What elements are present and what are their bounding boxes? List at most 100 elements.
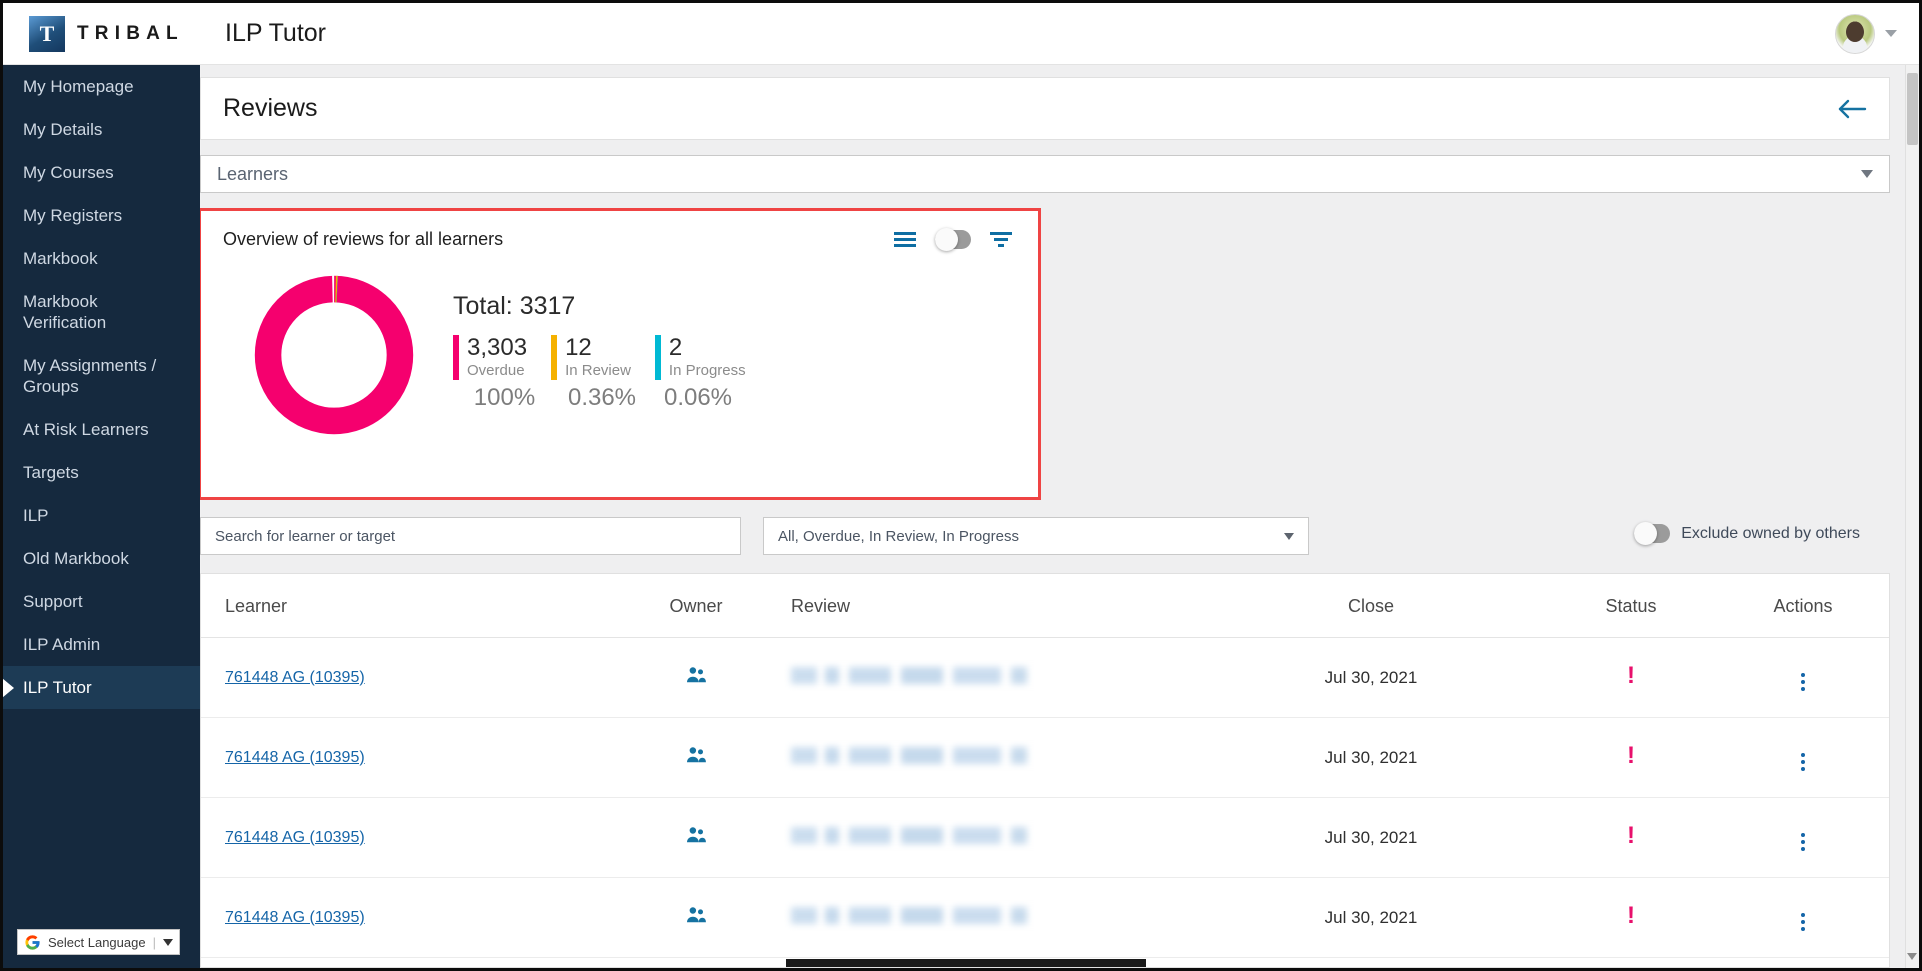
cell-close: Jul 30, 2021	[1221, 718, 1521, 798]
page-title: Reviews	[201, 94, 317, 123]
select-language-widget[interactable]: Select Language |	[17, 929, 180, 955]
chevron-down-icon[interactable]	[163, 939, 173, 946]
legend-values-row: 3,303 Overdue 12 In Review 2 In Progress	[453, 335, 770, 380]
cell-actions	[1741, 798, 1890, 878]
table-row[interactable]: 761448 AG (10395) Jul 30, 2021 !	[201, 718, 1890, 798]
learner-link[interactable]: 761448 AG (10395)	[225, 909, 365, 926]
sidebar-item-label: ILP	[23, 506, 49, 525]
cell-status: !	[1521, 638, 1741, 718]
status-badge: !	[1627, 742, 1635, 769]
column-header-review[interactable]: Review	[791, 574, 1221, 638]
cell-learner: 761448 AG (10395)	[201, 638, 601, 718]
column-header-learner[interactable]: Learner	[201, 574, 601, 638]
sidebar-item-my-details[interactable]: My Details	[3, 108, 200, 151]
learner-link[interactable]: 761448 AG (10395)	[225, 749, 365, 766]
status-filter-select[interactable]: All, Overdue, In Review, In Progress	[763, 517, 1309, 555]
chart-view-toggle[interactable]	[935, 230, 971, 249]
sidebar-item-label: At Risk Learners	[23, 420, 149, 439]
search-input[interactable]	[200, 517, 741, 555]
sidebar-item-my-assignments-groups[interactable]: My Assignments / Groups	[3, 344, 200, 408]
sidebar-item-support[interactable]: Support	[3, 580, 200, 623]
horizontal-scrollbar-thumb[interactable]	[786, 959, 1146, 967]
select-language-label: Select Language	[48, 935, 146, 950]
learner-link[interactable]: 761448 AG (10395)	[225, 829, 365, 846]
language-separator: |	[153, 935, 156, 950]
toggle-knob	[1634, 522, 1657, 545]
column-header-close[interactable]: Close	[1221, 574, 1521, 638]
group-icon	[685, 911, 707, 928]
cell-review	[791, 638, 1221, 718]
kebab-menu-icon[interactable]	[1801, 833, 1805, 851]
cell-review	[791, 798, 1221, 878]
sidebar-item-markbook-verification[interactable]: Markbook Verification	[3, 280, 200, 344]
filter-icon[interactable]	[990, 232, 1012, 247]
column-header-owner[interactable]: Owner	[601, 574, 791, 638]
horizontal-scrollbar-track[interactable]	[201, 959, 1890, 967]
reviews-donut-chart	[247, 268, 421, 442]
kebab-menu-icon[interactable]	[1801, 913, 1805, 931]
kebab-menu-icon[interactable]	[1801, 673, 1805, 691]
brand-name: TRIBAL	[77, 23, 184, 45]
table-row[interactable]: 761448 AG (10395) Jul 30, 2021 !	[201, 878, 1890, 958]
sidebar-item-label: ILP Admin	[23, 635, 100, 654]
hamburger-icon[interactable]	[894, 232, 916, 247]
group-icon	[685, 751, 707, 768]
sidebar-item-targets[interactable]: Targets	[3, 451, 200, 494]
status-badge: !	[1627, 822, 1635, 849]
legend-percent-in-progress: 0.06%	[648, 384, 748, 412]
sidebar-item-label: ILP Tutor	[23, 678, 92, 697]
sidebar-item-label: My Courses	[23, 163, 114, 182]
learner-link[interactable]: 761448 AG (10395)	[225, 669, 365, 686]
sidebar-item-label: Support	[23, 592, 83, 611]
reviews-overview-card: Overview of reviews for all learners	[200, 208, 1041, 500]
legend-label-in-review: In Review	[565, 361, 631, 380]
legend-percent-in-review: 0.36%	[556, 384, 648, 412]
column-header-status[interactable]: Status	[1521, 574, 1741, 638]
vertical-scrollbar-thumb[interactable]	[1907, 73, 1918, 145]
sidebar-item-my-courses[interactable]: My Courses	[3, 151, 200, 194]
chart-card-header: Overview of reviews for all learners	[201, 211, 1038, 250]
back-arrow-icon[interactable]	[1837, 97, 1867, 121]
legend-label-overdue: Overdue	[467, 361, 527, 380]
sidebar-item-label: Markbook Verification	[23, 292, 106, 332]
exclude-owned-toggle[interactable]	[1634, 524, 1670, 543]
legend-value-in-progress: 2	[669, 335, 746, 361]
sidebar-item-label: My Homepage	[23, 77, 134, 96]
table-row[interactable]: 761448 AG (10395) Jul 30, 2021 !	[201, 798, 1890, 878]
status-filter-value: All, Overdue, In Review, In Progress	[778, 528, 1019, 545]
sidebar-item-ilp-tutor[interactable]: ILP Tutor	[3, 666, 200, 709]
chart-body: Total: 3317 3,303 Overdue 12 In Review 2	[201, 250, 1038, 442]
sidebar-item-ilp[interactable]: ILP	[3, 494, 200, 537]
group-icon	[685, 671, 707, 688]
reviews-table: Learner Owner Review Close Status Action…	[201, 574, 1890, 968]
sidebar-item-ilp-admin[interactable]: ILP Admin	[3, 623, 200, 666]
column-header-actions: Actions	[1741, 574, 1890, 638]
avatar[interactable]	[1835, 14, 1875, 54]
sidebar-item-at-risk-learners[interactable]: At Risk Learners	[3, 408, 200, 451]
kebab-menu-icon[interactable]	[1801, 753, 1805, 771]
page-header-panel: Reviews	[200, 77, 1890, 140]
sidebar-item-label: My Assignments / Groups	[23, 356, 156, 396]
cell-actions	[1741, 718, 1890, 798]
redacted-review-text	[791, 827, 1091, 844]
sidebar-item-my-homepage[interactable]: My Homepage	[3, 65, 200, 108]
cell-close: Jul 30, 2021	[1221, 638, 1521, 718]
legend-item-overdue: 3,303 Overdue	[453, 335, 527, 380]
sidebar-item-old-markbook[interactable]: Old Markbook	[3, 537, 200, 580]
learners-scope-select[interactable]: Learners	[200, 155, 1890, 193]
cell-review	[791, 718, 1221, 798]
table-row[interactable]: 761448 AG (10395) Jul 30, 2021 !	[201, 638, 1890, 718]
scroll-down-arrow-icon[interactable]	[1907, 953, 1917, 960]
chart-total: Total: 3317	[453, 292, 770, 321]
sidebar-item-my-registers[interactable]: My Registers	[3, 194, 200, 237]
sidebar-item-markbook[interactable]: Markbook	[3, 237, 200, 280]
filters-row: All, Overdue, In Review, In Progress Exc…	[200, 517, 1890, 559]
chart-title: Overview of reviews for all learners	[223, 229, 503, 250]
vertical-scrollbar-track[interactable]	[1905, 65, 1919, 968]
toggle-knob	[935, 228, 958, 251]
chevron-down-icon[interactable]	[1885, 30, 1897, 37]
cell-close: Jul 30, 2021	[1221, 798, 1521, 878]
legend-percent-row: 100% 0.36% 0.06%	[453, 384, 770, 412]
brand-logo-area[interactable]: T TRIBAL	[3, 3, 200, 65]
table-header-row: Learner Owner Review Close Status Action…	[201, 574, 1890, 638]
